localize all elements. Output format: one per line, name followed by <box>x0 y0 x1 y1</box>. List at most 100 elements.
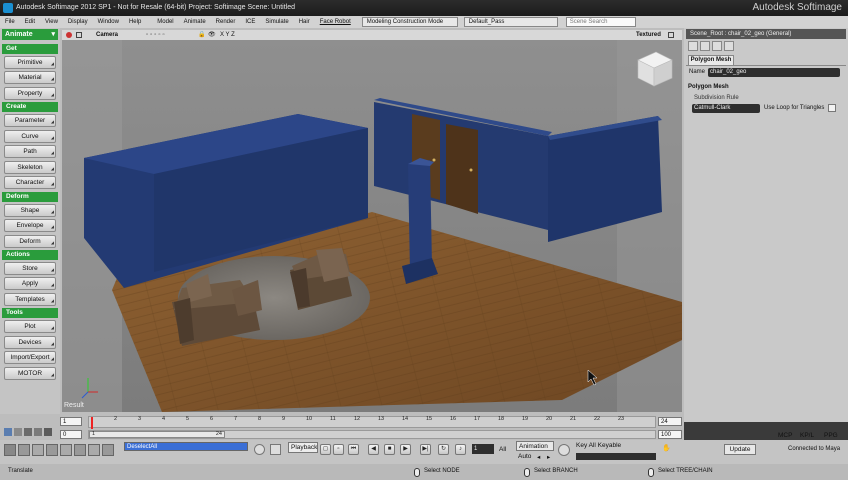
menu-animate[interactable]: Animate <box>179 19 211 25</box>
selection-field[interactable]: DeselectAll <box>124 442 248 451</box>
play-button[interactable]: ▶ <box>400 444 411 455</box>
ppg-lock-icon[interactable] <box>724 41 734 51</box>
menu-help[interactable]: Help <box>124 19 146 25</box>
material-button[interactable]: Material <box>4 71 56 84</box>
templates-button[interactable]: Templates <box>4 293 56 306</box>
menu-simulate[interactable]: Simulate <box>260 19 293 25</box>
import-export-button[interactable]: Import/Export <box>4 351 56 364</box>
start-frame-field[interactable]: 1 <box>60 417 82 426</box>
menu-window[interactable]: Window <box>93 19 124 25</box>
animation-menu[interactable]: Animation <box>516 441 554 451</box>
motor-button[interactable]: MOTOR <box>4 367 56 380</box>
curve-button[interactable]: Curve <box>4 130 56 143</box>
devices-button[interactable]: Devices <box>4 336 56 349</box>
toolbar-mode-dropdown[interactable]: Animate <box>2 29 58 40</box>
ppg-nav-back-icon[interactable] <box>688 41 698 51</box>
timeline[interactable]: 1 2 3 4 5 6 7 8 9 10 11 12 13 14 15 16 1… <box>0 414 684 442</box>
mcp-button[interactable]: MCP <box>778 432 792 439</box>
menu-view[interactable]: View <box>40 19 63 25</box>
component-filter-icon[interactable] <box>102 444 114 456</box>
subdivision-rule-dropdown[interactable]: Catmull-Clark <box>692 104 760 113</box>
transform-icon[interactable] <box>254 444 265 455</box>
light-icon[interactable] <box>34 428 42 436</box>
stop-button[interactable]: ■ <box>384 444 395 455</box>
all-label[interactable]: All <box>499 446 506 453</box>
axes-label[interactable]: X Y Z <box>220 30 235 40</box>
freeform-select-icon[interactable] <box>60 444 72 456</box>
path-button[interactable]: Path <box>4 145 56 158</box>
next-frame-button[interactable]: ▶| <box>420 444 431 455</box>
menu-edit[interactable]: Edit <box>20 19 40 25</box>
viewport-options-icon[interactable] <box>668 32 674 38</box>
use-loop-checkbox[interactable] <box>828 104 836 112</box>
eye-icon[interactable]: 👁 <box>208 30 216 40</box>
end-frame-field[interactable]: 24 <box>658 417 682 426</box>
parameter-button[interactable]: Parameter <box>4 114 56 127</box>
menu-face-robot[interactable]: Face Robot <box>315 19 356 25</box>
viewport-close-icon[interactable] <box>66 32 72 38</box>
audio-icon[interactable]: ▫ <box>333 444 344 455</box>
playhead[interactable] <box>91 417 93 429</box>
ppg-recycle-icon[interactable] <box>712 41 722 51</box>
next-key-icon[interactable]: ▸ <box>547 453 550 461</box>
prev-key-icon[interactable]: ◂ <box>537 453 540 461</box>
current-frame-field[interactable]: 1 <box>472 444 494 454</box>
shading-mode-menu[interactable]: Textured <box>636 30 661 40</box>
key-all-keyable-menu[interactable]: Key All Keyable <box>576 442 621 449</box>
deform-button[interactable]: Deform <box>4 235 56 248</box>
range-end-field[interactable]: 100 <box>658 430 682 439</box>
playback-menu[interactable]: Playback <box>288 442 318 453</box>
skeleton-button[interactable]: Skeleton <box>4 161 56 174</box>
property-button[interactable]: Property <box>4 87 56 100</box>
grid-icon[interactable] <box>14 428 22 436</box>
character-button[interactable]: Character <box>4 176 56 189</box>
first-frame-button[interactable]: ⏮ <box>348 444 359 455</box>
rect-select-icon[interactable] <box>18 444 30 456</box>
prev-frame-button[interactable]: ◀ <box>368 444 379 455</box>
3d-viewport[interactable]: Result <box>62 40 682 412</box>
menu-ice[interactable]: ICE <box>240 19 260 25</box>
range-slider-handle[interactable]: 1 24 <box>89 431 225 438</box>
key-icon[interactable] <box>558 444 570 456</box>
menu-render[interactable]: Render <box>211 19 241 25</box>
plot-button[interactable]: Plot <box>4 320 56 333</box>
ppg-button[interactable]: PPG <box>824 432 838 439</box>
menu-hair[interactable]: Hair <box>294 19 315 25</box>
loop-playback-button[interactable]: ↻ <box>438 444 449 455</box>
paint-select-icon[interactable] <box>74 444 86 456</box>
lock-icon[interactable]: 🔒 <box>198 30 205 40</box>
range-slider[interactable]: 1 24 <box>88 430 656 439</box>
shape-button[interactable]: Shape <box>4 204 56 217</box>
scene-search-input[interactable]: Scene Search <box>565 17 636 27</box>
store-button[interactable]: Store <box>4 262 56 275</box>
name-field[interactable]: chair_02_geo <box>708 68 840 77</box>
menu-model[interactable]: Model <box>152 19 178 25</box>
menu-display[interactable]: Display <box>63 19 93 25</box>
snap-icon[interactable] <box>4 428 12 436</box>
viewport-icon-strip[interactable]: ▫▫▫▫▫ <box>146 30 167 40</box>
key-status-field[interactable] <box>576 453 656 460</box>
snap-options-icon[interactable] <box>44 428 52 436</box>
update-button[interactable]: Update <box>724 444 756 455</box>
ppg-nav-forward-icon[interactable] <box>700 41 710 51</box>
pass-dropdown[interactable]: Default_Pass <box>463 17 558 27</box>
envelope-button[interactable]: Envelope <box>4 219 56 232</box>
viewport-maximize-icon[interactable] <box>76 32 82 38</box>
camera-menu[interactable]: Camera <box>96 30 118 40</box>
object-filter-icon[interactable] <box>88 444 100 456</box>
range-start-field[interactable]: 0 <box>60 430 82 439</box>
kpl-button[interactable]: KP/L <box>800 432 814 439</box>
raycast-select-icon[interactable] <box>32 444 44 456</box>
polygon-mesh-section[interactable]: Polygon Mesh <box>688 84 729 90</box>
menu-file[interactable]: File <box>0 19 20 25</box>
primitive-button[interactable]: Primitive <box>4 56 56 69</box>
select-tool-icon[interactable] <box>4 444 16 456</box>
tab-polygon-mesh[interactable]: Polygon Mesh <box>688 55 734 65</box>
layout-mode-dropdown[interactable]: Modeling Construction Mode <box>361 17 458 27</box>
sound-button[interactable]: ♪ <box>455 444 466 455</box>
apply-button[interactable]: Apply <box>4 277 56 290</box>
auto-key-toggle[interactable]: Auto <box>518 453 531 460</box>
loop-icon[interactable]: ◻ <box>320 444 331 455</box>
camera-icon[interactable] <box>24 428 32 436</box>
hand-icon[interactable]: ✋ <box>662 444 672 454</box>
